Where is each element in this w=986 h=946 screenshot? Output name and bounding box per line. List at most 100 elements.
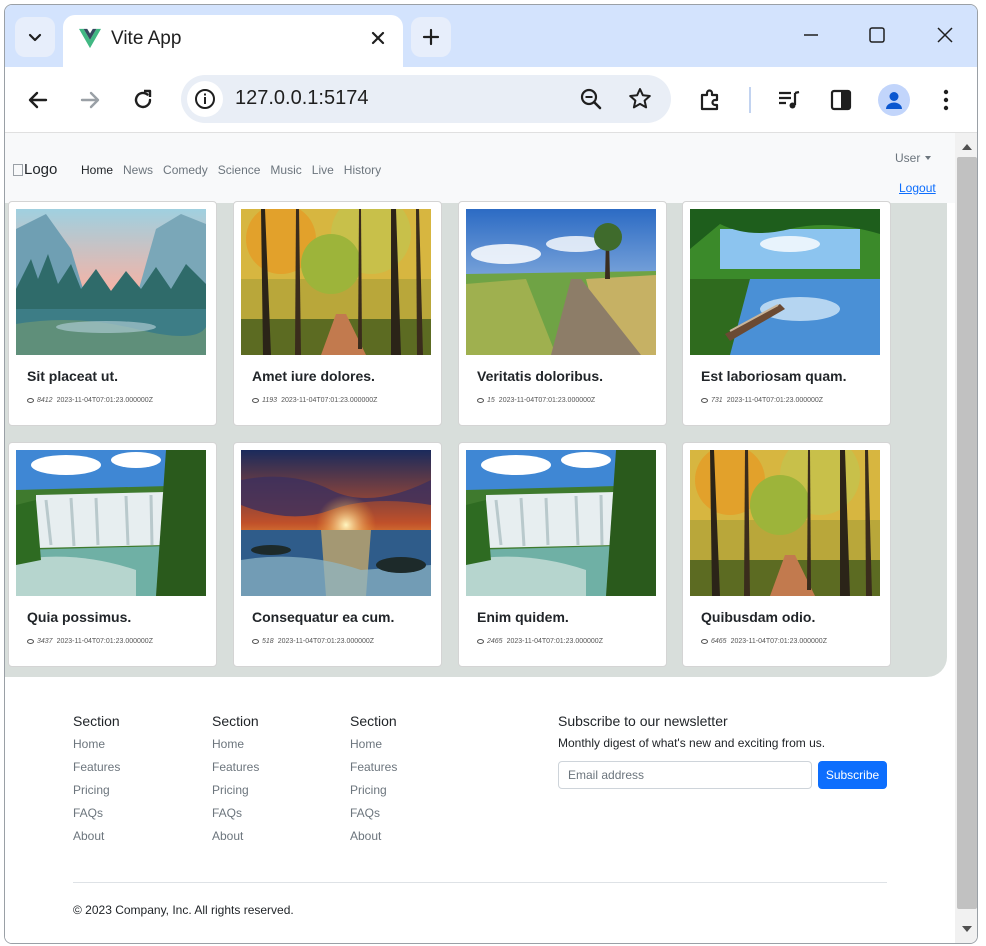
card-date: 2023-11-04T07:01:23.000000Z bbox=[730, 638, 827, 645]
card-meta: 2465 2023-11-04T07:01:23.000000Z bbox=[477, 638, 603, 645]
extensions-icon[interactable] bbox=[697, 87, 723, 113]
footer-link-faqs[interactable]: FAQs bbox=[73, 806, 120, 821]
tab-active[interactable]: Vite App bbox=[63, 15, 403, 67]
back-icon[interactable] bbox=[25, 87, 51, 113]
card-views: 1193 bbox=[262, 397, 278, 404]
eye-icon bbox=[27, 398, 34, 403]
footer-link-home[interactable]: Home bbox=[350, 737, 397, 752]
newsletter-row: Subscribe bbox=[558, 761, 898, 789]
card-grid: Sit placeat ut. 8412 2023-11-04T07:01:23… bbox=[5, 201, 947, 677]
card-views: 2465 bbox=[487, 638, 503, 645]
card-date: 2023-11-04T07:01:23.000000Z bbox=[498, 397, 596, 404]
card-image bbox=[466, 209, 656, 355]
footer-divider bbox=[73, 882, 887, 883]
newsletter-description: Monthly digest of what's new and excitin… bbox=[558, 736, 826, 750]
footer-link-features[interactable]: Features bbox=[350, 760, 397, 775]
nav-link-music[interactable]: Music bbox=[265, 163, 306, 177]
nav-link-home[interactable]: Home bbox=[76, 163, 118, 177]
post-card[interactable]: Veritatis doloribus. 15 2023-11-04T07:01… bbox=[458, 201, 667, 426]
footer-link-about[interactable]: About bbox=[212, 829, 259, 844]
nav-link-news[interactable]: News bbox=[118, 163, 158, 177]
card-image bbox=[690, 209, 880, 355]
scroll-up-arrow-icon[interactable] bbox=[961, 141, 973, 153]
logout-link[interactable]: Logout bbox=[899, 181, 936, 195]
card-meta: 731 2023-11-04T07:01:23.000000Z bbox=[701, 397, 823, 404]
url-text: 127.0.0.1:5174 bbox=[235, 87, 369, 109]
post-card[interactable]: Sit placeat ut. 8412 2023-11-04T07:01:23… bbox=[8, 201, 217, 426]
card-image bbox=[16, 209, 206, 355]
subscribe-button[interactable]: Subscribe bbox=[818, 761, 887, 789]
toolbar-separator bbox=[749, 87, 751, 113]
card-date: 2023-11-04T07:01:23.000000Z bbox=[277, 638, 375, 645]
minimize-icon[interactable] bbox=[799, 23, 823, 47]
site-info-button[interactable] bbox=[187, 81, 223, 117]
close-icon[interactable] bbox=[367, 27, 389, 49]
card-image bbox=[466, 450, 656, 596]
footer-column: Section Home Features Pricing FAQs About bbox=[73, 713, 120, 852]
card-meta: 15 2023-11-04T07:01:23.000000Z bbox=[477, 397, 595, 404]
nav-link-science[interactable]: Science bbox=[213, 163, 266, 177]
card-date: 2023-11-04T07:01:23.000000Z bbox=[281, 397, 378, 404]
browser-window: Vite App 127.0.0.1:5174 Logo Home News C… bbox=[4, 4, 978, 944]
footer-link-features[interactable]: Features bbox=[73, 760, 120, 775]
footer-link-home[interactable]: Home bbox=[212, 737, 259, 752]
footer-link-features[interactable]: Features bbox=[212, 760, 259, 775]
post-card[interactable]: Amet iure dolores. 1193 2023-11-04T07:01… bbox=[233, 201, 442, 426]
eye-icon bbox=[27, 639, 34, 644]
menu-icon[interactable] bbox=[933, 87, 959, 113]
footer-link-faqs[interactable]: FAQs bbox=[212, 806, 259, 821]
footer-link-pricing[interactable]: Pricing bbox=[212, 783, 259, 798]
profile-button[interactable] bbox=[878, 84, 910, 116]
card-views: 15 bbox=[487, 397, 495, 404]
nav-link-history[interactable]: History bbox=[339, 163, 386, 177]
footer-column: Section Home Features Pricing FAQs About bbox=[212, 713, 259, 852]
card-views: 518 bbox=[262, 638, 274, 645]
card-image bbox=[241, 209, 431, 355]
zoom-icon[interactable] bbox=[579, 87, 603, 111]
tab-search-button[interactable] bbox=[15, 17, 55, 57]
footer-link-about[interactable]: About bbox=[350, 829, 397, 844]
user-dropdown-label: User bbox=[895, 151, 921, 165]
email-input[interactable] bbox=[558, 761, 812, 789]
reload-icon[interactable] bbox=[130, 87, 156, 113]
page-viewport: Logo Home News Comedy Science Music Live… bbox=[5, 133, 955, 943]
post-card[interactable]: Quibusdam odio. 6465 2023-11-04T07:01:23… bbox=[682, 442, 891, 667]
nav-link-live[interactable]: Live bbox=[307, 163, 339, 177]
card-meta: 8412 2023-11-04T07:01:23.000000Z bbox=[27, 397, 153, 404]
card-title: Quia possimus. bbox=[27, 609, 132, 625]
scroll-thumb[interactable] bbox=[957, 157, 977, 909]
footer-link-about[interactable]: About bbox=[73, 829, 120, 844]
eye-icon bbox=[252, 639, 259, 644]
profile-icon bbox=[886, 92, 902, 109]
post-card[interactable]: Consequatur ea cum. 518 2023-11-04T07:01… bbox=[233, 442, 442, 667]
new-tab-button[interactable] bbox=[411, 17, 451, 57]
site-navbar: Logo Home News Comedy Science Music Live… bbox=[5, 133, 955, 203]
media-icon[interactable] bbox=[776, 87, 802, 113]
window-close-icon[interactable] bbox=[933, 23, 957, 47]
nav-link-comedy[interactable]: Comedy bbox=[158, 163, 213, 177]
card-views: 3437 bbox=[37, 638, 53, 645]
footer-link-pricing[interactable]: Pricing bbox=[350, 783, 397, 798]
page-scrollbar[interactable] bbox=[955, 133, 977, 943]
broken-image-icon bbox=[13, 163, 23, 176]
address-bar[interactable]: 127.0.0.1:5174 bbox=[181, 75, 671, 123]
footer-link-faqs[interactable]: FAQs bbox=[350, 806, 397, 821]
footer-link-pricing[interactable]: Pricing bbox=[73, 783, 120, 798]
post-card[interactable]: Quia possimus. 3437 2023-11-04T07:01:23.… bbox=[8, 442, 217, 667]
scroll-down-arrow-icon[interactable] bbox=[961, 923, 973, 935]
side-panel-icon[interactable] bbox=[828, 87, 854, 113]
user-dropdown[interactable]: User bbox=[895, 151, 932, 165]
logo[interactable]: Logo bbox=[13, 161, 57, 178]
card-date: 2023-11-04T07:01:23.000000Z bbox=[506, 638, 603, 645]
star-icon[interactable] bbox=[627, 86, 653, 112]
plus-icon bbox=[422, 28, 440, 46]
footer-heading: Section bbox=[212, 713, 259, 729]
post-card[interactable]: Est laboriosam quam. 731 2023-11-04T07:0… bbox=[682, 201, 891, 426]
card-title: Enim quidem. bbox=[477, 609, 569, 625]
maximize-icon[interactable] bbox=[865, 23, 889, 47]
post-card[interactable]: Enim quidem. 2465 2023-11-04T07:01:23.00… bbox=[458, 442, 667, 667]
forward-icon[interactable] bbox=[77, 87, 103, 113]
tab-strip: Vite App bbox=[5, 5, 977, 67]
card-image bbox=[241, 450, 431, 596]
footer-link-home[interactable]: Home bbox=[73, 737, 120, 752]
